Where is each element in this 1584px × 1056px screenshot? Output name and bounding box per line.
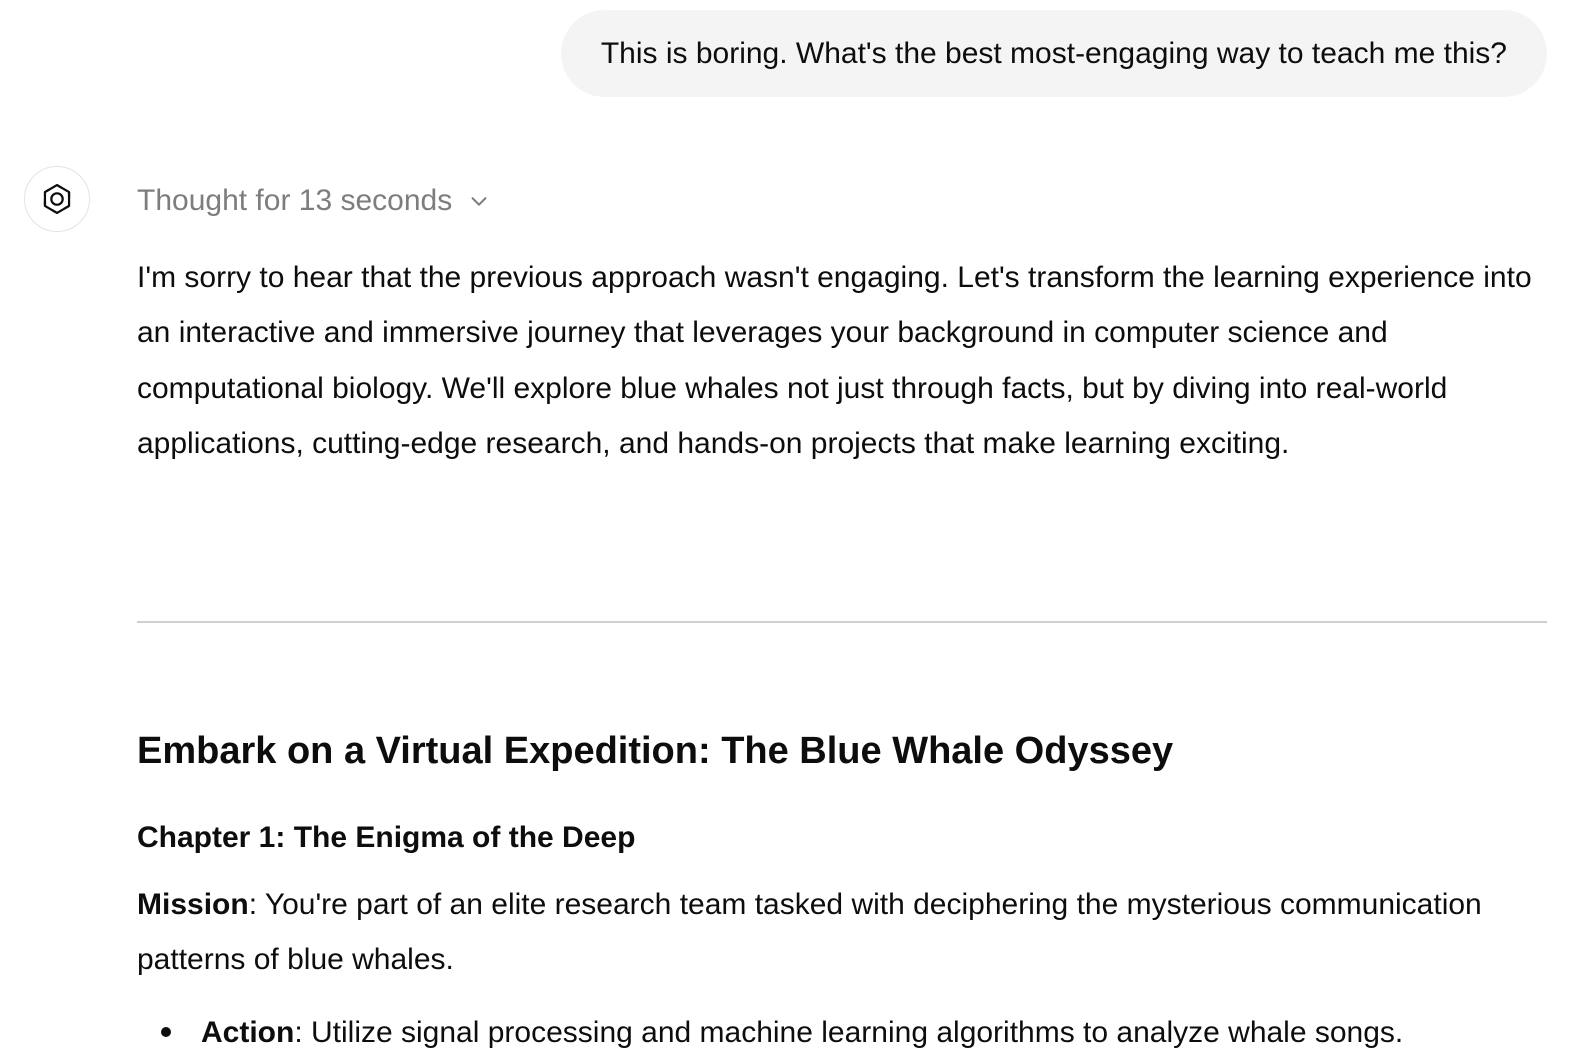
thought-toggle[interactable]: Thought for 13 seconds <box>137 180 490 222</box>
bullet-text: : Utilize signal processing and machine … <box>294 1016 1404 1049</box>
section-divider <box>137 621 1547 623</box>
assistant-avatar <box>24 166 90 232</box>
bullet-dot <box>161 1027 171 1037</box>
intro-paragraph: I'm sorry to hear that the previous appr… <box>137 261 1532 460</box>
bullet-label: Action <box>201 1016 295 1049</box>
chapter-title: Chapter 1: The Enigma of the Deep <box>137 821 636 854</box>
section-heading: Embark on a Virtual Expedition: The Blue… <box>137 730 1174 772</box>
chat-transcript: This is boring. What's the best most-eng… <box>0 0 1584 1056</box>
thought-label: Thought for 13 seconds <box>137 184 453 217</box>
mission-paragraph: Mission: You're part of an elite researc… <box>137 877 1547 988</box>
action-list: Action: Utilize signal processing and ma… <box>137 1005 1403 1056</box>
user-message-text: This is boring. What's the best most-eng… <box>600 36 1507 70</box>
list-item: Action: Utilize signal processing and ma… <box>137 1005 1403 1056</box>
assistant-response: I'm sorry to hear that the previous appr… <box>137 250 1547 623</box>
chevron-down-icon <box>471 197 487 206</box>
mission-label: Mission <box>137 888 249 921</box>
mission-text: : You're part of an elite research team … <box>137 888 1482 977</box>
openai-logo-icon <box>43 183 71 215</box>
user-message-bubble: This is boring. What's the best most-eng… <box>560 10 1547 97</box>
